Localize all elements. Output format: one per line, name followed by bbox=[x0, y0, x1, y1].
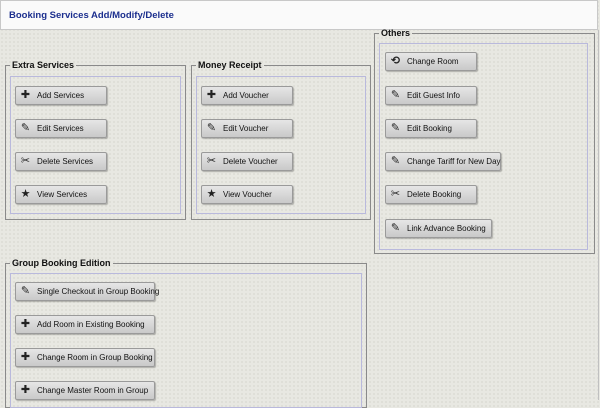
room-swap-icon: ⟲ bbox=[390, 55, 401, 67]
add-room-existing-booking-label: Add Room in Existing Booking bbox=[37, 320, 145, 329]
add-voucher-button[interactable]: ✚ Add Voucher bbox=[201, 86, 293, 105]
edit-services-label: Edit Services bbox=[37, 124, 84, 133]
edit-voucher-button[interactable]: ✎ Edit Voucher bbox=[201, 119, 293, 138]
pencil-icon: ✎ bbox=[20, 285, 31, 297]
pencil-icon: ✎ bbox=[20, 122, 31, 134]
plus-icon: ✚ bbox=[20, 384, 31, 396]
group-booking-legend: Group Booking Edition bbox=[12, 258, 111, 268]
change-room-button[interactable]: ⟲ Change Room bbox=[385, 52, 477, 71]
view-voucher-label: View Voucher bbox=[223, 190, 272, 199]
pencil-icon: ✎ bbox=[206, 122, 217, 134]
delete-services-label: Delete Services bbox=[37, 157, 94, 166]
edit-booking-label: Edit Booking bbox=[407, 124, 452, 133]
view-services-label: View Services bbox=[37, 190, 88, 199]
delete-voucher-button[interactable]: ✂ Delete Voucher bbox=[201, 152, 293, 171]
extra-services-legend: Extra Services bbox=[12, 60, 75, 70]
add-room-existing-booking-button[interactable]: ✚ Add Room in Existing Booking bbox=[15, 315, 155, 334]
edit-guest-info-button[interactable]: ✎ Edit Guest Info bbox=[385, 86, 477, 105]
title-bar: Booking Services Add/Modify/Delete bbox=[0, 0, 598, 30]
change-master-room-label: Change Master Room in Group bbox=[37, 386, 149, 395]
pencil-icon: ✎ bbox=[390, 89, 401, 101]
pencil-icon: ✎ bbox=[390, 155, 401, 167]
change-tariff-button[interactable]: ✎ Change Tariff for New Day bbox=[385, 152, 501, 171]
edit-guest-info-label: Edit Guest Info bbox=[407, 91, 460, 100]
plus-icon: ✚ bbox=[20, 351, 31, 363]
view-voucher-button[interactable]: ★ View Voucher bbox=[201, 185, 293, 204]
link-advance-booking-button[interactable]: ✎ Link Advance Booking bbox=[385, 219, 492, 238]
scissors-icon: ✂ bbox=[206, 155, 217, 167]
link-advance-booking-label: Link Advance Booking bbox=[407, 224, 486, 233]
delete-services-button[interactable]: ✂ Delete Services bbox=[15, 152, 107, 171]
scissors-icon: ✂ bbox=[20, 155, 31, 167]
plus-icon: ✚ bbox=[206, 89, 217, 101]
money-receipt-legend: Money Receipt bbox=[198, 60, 262, 70]
change-tariff-label: Change Tariff for New Day bbox=[407, 157, 501, 166]
plus-icon: ✚ bbox=[20, 89, 31, 101]
change-master-room-button[interactable]: ✚ Change Master Room in Group bbox=[15, 381, 155, 400]
change-room-label: Change Room bbox=[407, 57, 459, 66]
delete-booking-button[interactable]: ✂ Delete Booking bbox=[385, 185, 477, 204]
window-border bbox=[598, 30, 599, 400]
edit-voucher-label: Edit Voucher bbox=[223, 124, 269, 133]
pencil-icon: ✎ bbox=[390, 122, 401, 134]
pencil-icon: ✎ bbox=[390, 222, 401, 234]
star-icon: ★ bbox=[206, 188, 217, 200]
add-services-button[interactable]: ✚ Add Services bbox=[15, 86, 107, 105]
add-voucher-label: Add Voucher bbox=[223, 91, 269, 100]
single-checkout-label: Single Checkout in Group Booking bbox=[37, 287, 160, 296]
edit-booking-button[interactable]: ✎ Edit Booking bbox=[385, 119, 477, 138]
star-icon: ★ bbox=[20, 188, 31, 200]
view-services-button[interactable]: ★ View Services bbox=[15, 185, 107, 204]
delete-booking-label: Delete Booking bbox=[407, 190, 462, 199]
others-legend: Others bbox=[381, 28, 411, 38]
single-checkout-button[interactable]: ✎ Single Checkout in Group Booking bbox=[15, 282, 159, 301]
scissors-icon: ✂ bbox=[390, 188, 401, 200]
change-room-group-booking-label: Change Room in Group Booking bbox=[37, 353, 153, 362]
plus-icon: ✚ bbox=[20, 318, 31, 330]
delete-voucher-label: Delete Voucher bbox=[223, 157, 278, 166]
change-room-group-booking-button[interactable]: ✚ Change Room in Group Booking bbox=[15, 348, 155, 367]
add-services-label: Add Services bbox=[37, 91, 85, 100]
edit-services-button[interactable]: ✎ Edit Services bbox=[15, 119, 107, 138]
window-title: Booking Services Add/Modify/Delete bbox=[9, 10, 174, 21]
